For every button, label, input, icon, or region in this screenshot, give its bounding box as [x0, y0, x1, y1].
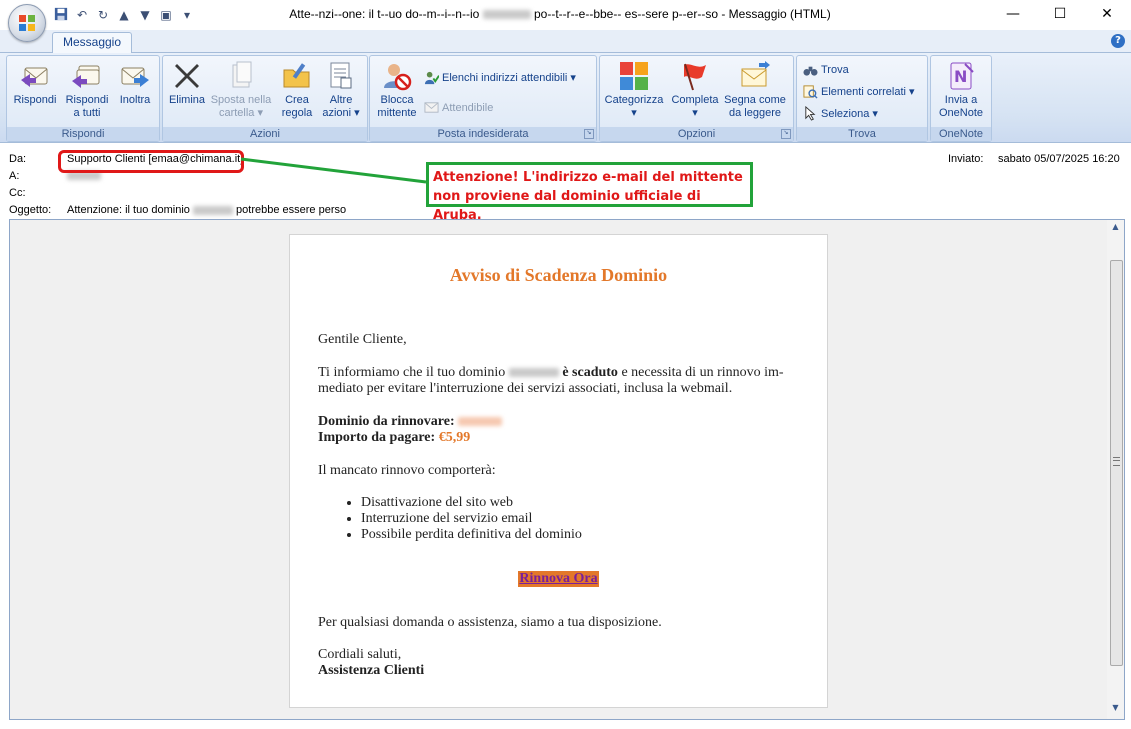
office-logo-icon — [19, 15, 35, 31]
consequence-intro: Il mancato rinnovo comporterà: — [318, 463, 496, 478]
email-title: Avviso di Scadenza Dominio — [449, 265, 668, 285]
greeting: Gentile Cliente, — [318, 332, 407, 347]
scroll-up-icon[interactable]: ▲ — [1107, 220, 1124, 236]
intro-paragraph: Ti informiamo che il tuo dominio è scadu… — [318, 365, 784, 396]
signature: Assistenza Clienti — [318, 663, 425, 678]
email-card: Avviso di Scadenza Dominio Gentile Clien… — [289, 234, 828, 708]
renew-now-link[interactable]: Rinnova Ora — [518, 571, 599, 587]
redacted-domain-value — [458, 417, 503, 427]
scroll-down-icon[interactable]: ▼ — [1107, 701, 1124, 715]
domain-line: Dominio da rinnovare: — [318, 414, 798, 430]
list-item: Disattivazione del sito web — [361, 495, 582, 511]
amount-value: €5,99 — [438, 430, 471, 445]
amount-line: Importo da pagare: €5,99 — [318, 430, 471, 445]
vertical-scrollbar[interactable]: ▲ ▼ — [1107, 220, 1124, 719]
office-button[interactable] — [8, 4, 46, 42]
message-body-frame: Avviso di Scadenza Dominio Gentile Clien… — [9, 219, 1125, 720]
help-paragraph: Per qualsiasi domanda o assistenza, siam… — [318, 615, 662, 630]
scroll-grip-icon — [1113, 457, 1120, 466]
list-item: Possibile perdita definitiva del dominio — [361, 527, 582, 543]
consequence-list: Disattivazione del sito web Interruzione… — [334, 495, 582, 543]
renew-container: Rinnova Ora — [290, 571, 827, 587]
list-item: Interruzione del servizio email — [361, 511, 582, 527]
scroll-thumb[interactable] — [1110, 260, 1123, 666]
redacted-domain-body — [508, 368, 559, 378]
warning-annotation: Attenzione! L'indirizzo e-mail del mitte… — [426, 162, 753, 223]
closing: Cordiali saluti, — [318, 647, 402, 662]
